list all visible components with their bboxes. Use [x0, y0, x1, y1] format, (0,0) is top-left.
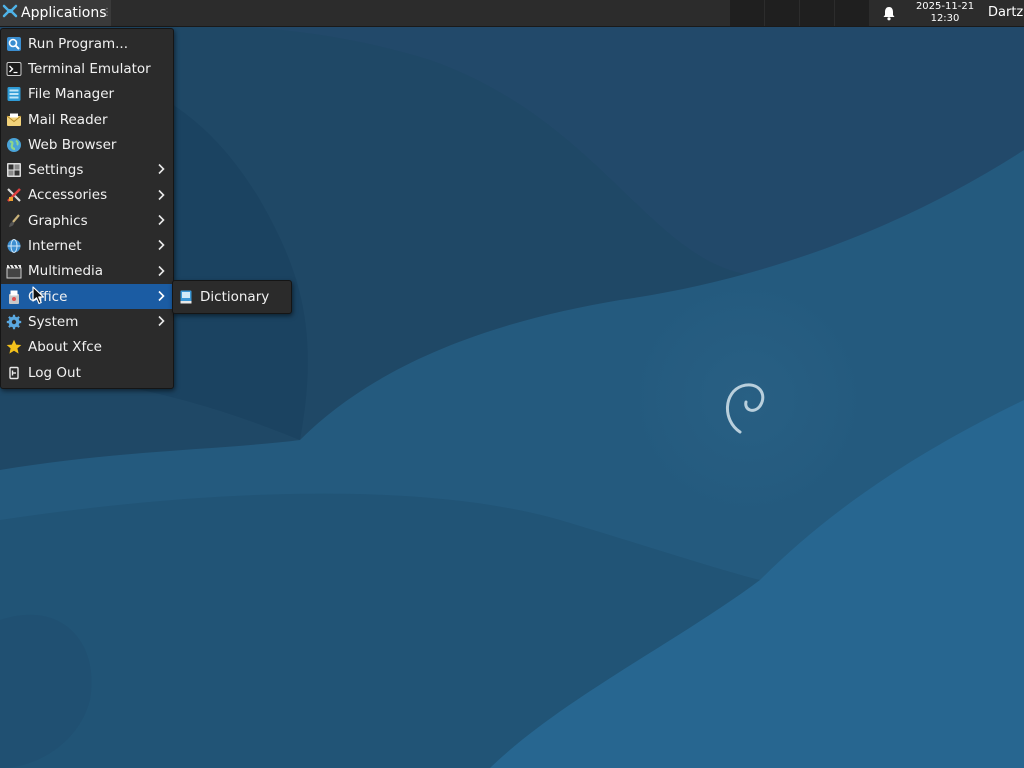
panel-handle-icon[interactable]: ⋮	[102, 7, 112, 19]
chevron-right-icon	[158, 265, 165, 276]
applications-label: Applications	[21, 5, 107, 21]
menu-item-about-xfce[interactable]: About Xfce	[1, 335, 173, 360]
menu-item-label: System	[28, 313, 79, 330]
menu-item-label: Mail Reader	[28, 111, 108, 128]
settings-icon	[6, 162, 22, 178]
menu-item-label: Graphics	[28, 212, 88, 229]
user-menu-label[interactable]: Dartz	[988, 5, 1023, 20]
menu-item-label: Dictionary	[200, 289, 270, 305]
globe-icon	[6, 137, 22, 153]
menu-item-label: About Xfce	[28, 339, 102, 356]
chevron-right-icon	[158, 189, 165, 200]
chevron-right-icon	[158, 240, 165, 251]
clock-time: 12:30	[930, 13, 960, 24]
workspace-1[interactable]	[730, 0, 765, 26]
menu-item-label: File Manager	[28, 86, 115, 103]
workspace-3[interactable]	[800, 0, 835, 26]
menu-item-internet[interactable]: Internet	[1, 233, 173, 258]
dictionary-icon	[178, 289, 194, 305]
internet-icon	[6, 238, 22, 254]
office-icon	[6, 289, 22, 305]
chevron-right-icon	[158, 316, 165, 327]
clapper-icon	[6, 263, 22, 279]
mail-icon	[6, 112, 22, 128]
menu-item-settings[interactable]: Settings	[1, 157, 173, 182]
clock-date: 2025-11-21	[915, 1, 975, 12]
office-submenu: Dictionary	[172, 280, 292, 314]
applications-menu: Run Program... Terminal Emulator File Ma…	[0, 28, 174, 390]
menu-item-system[interactable]: System	[1, 309, 173, 334]
menu-item-run-program[interactable]: Run Program...	[1, 31, 173, 56]
menu-item-label: Accessories	[28, 187, 108, 204]
menu-item-office[interactable]: Office	[1, 283, 173, 310]
menu-item-dictionary[interactable]: Dictionary	[173, 284, 291, 310]
logout-icon	[6, 365, 22, 381]
menu-item-file-manager[interactable]: File Manager	[1, 82, 173, 107]
menu-item-graphics[interactable]: Graphics	[1, 208, 173, 233]
menu-item-label: Run Program...	[28, 35, 129, 52]
menu-item-label: Settings	[28, 162, 84, 179]
file-manager-icon	[6, 86, 22, 102]
workspace-4[interactable]	[835, 0, 870, 26]
magnifier-icon	[6, 36, 22, 52]
accessories-icon	[6, 187, 22, 203]
menu-item-accessories[interactable]: Accessories	[1, 183, 173, 208]
menu-item-label: Log Out	[28, 364, 81, 381]
menu-item-web-browser[interactable]: Web Browser	[1, 132, 173, 157]
chevron-right-icon	[158, 290, 165, 302]
mouse-cursor-icon	[32, 286, 45, 305]
menu-item-mail-reader[interactable]: Mail Reader	[1, 107, 173, 132]
star-icon	[6, 339, 22, 355]
bell-icon[interactable]	[880, 5, 898, 21]
brush-icon	[6, 213, 22, 229]
menu-item-label: Terminal Emulator	[28, 60, 151, 77]
applications-menu-button[interactable]: Applications	[0, 0, 111, 26]
terminal-icon	[6, 61, 22, 77]
chevron-right-icon	[158, 164, 165, 175]
workspace-2[interactable]	[765, 0, 800, 26]
menu-item-label: Multimedia	[28, 263, 104, 280]
menu-item-multimedia[interactable]: Multimedia	[1, 259, 173, 284]
menu-item-terminal-emulator[interactable]: Terminal Emulator	[1, 56, 173, 81]
menu-item-log-out[interactable]: Log Out	[1, 360, 173, 385]
menu-item-label: Internet	[28, 238, 82, 255]
top-panel: Applications ⋮ 2025-11-21 12:30 Dartz	[0, 0, 1024, 27]
xfce-mouse-icon	[2, 3, 18, 23]
gear-icon	[6, 314, 22, 330]
menu-item-label: Web Browser	[28, 136, 117, 153]
panel-clock[interactable]: 2025-11-21 12:30	[908, 1, 982, 25]
chevron-right-icon	[158, 215, 165, 226]
